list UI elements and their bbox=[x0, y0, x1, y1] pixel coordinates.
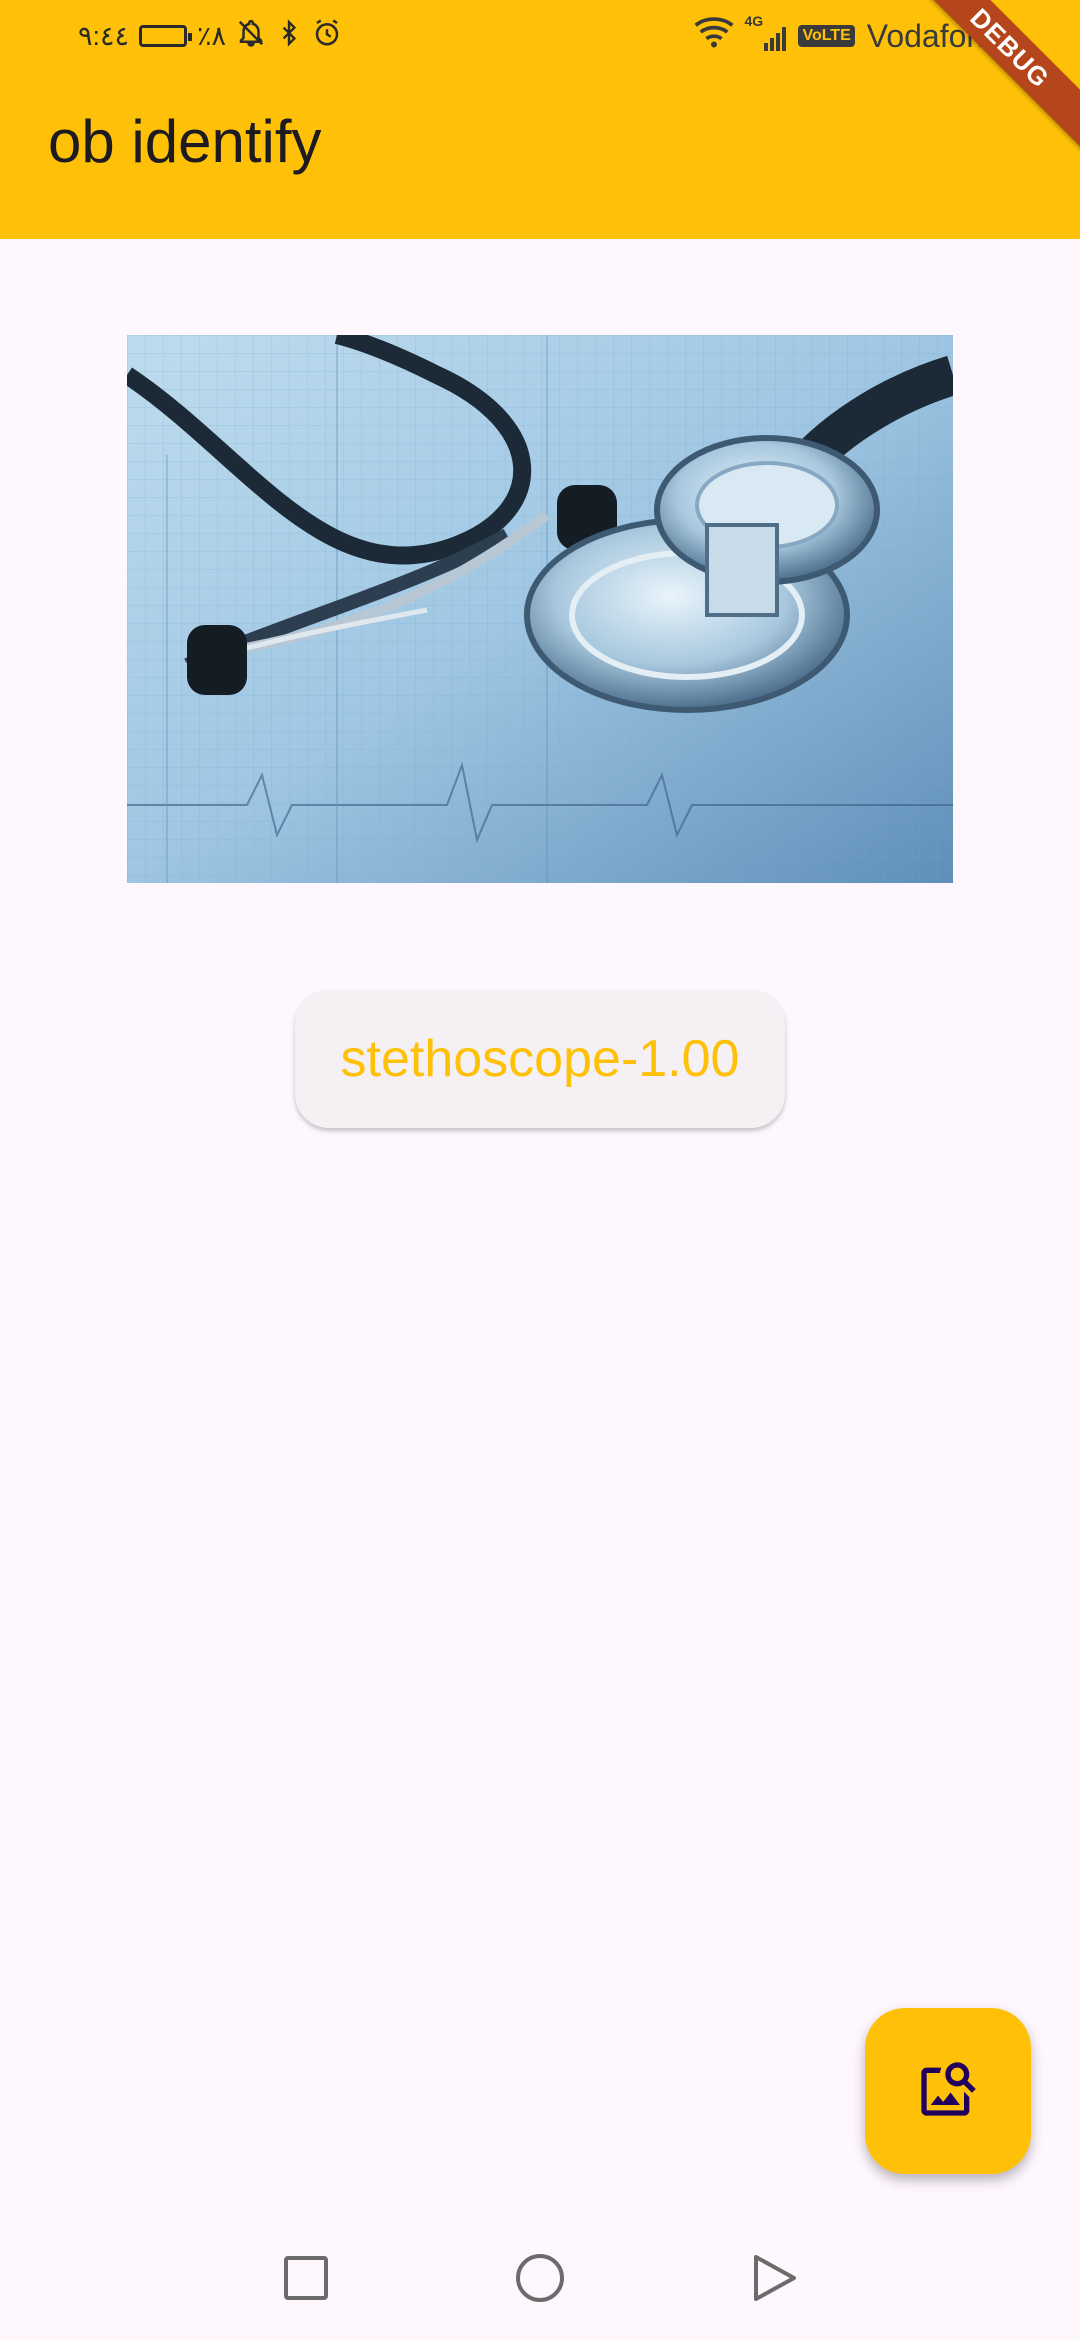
app-bar: ٩:٤٤ ٪٨ 4G VoLTE Vodafone ob identify bbox=[0, 0, 1080, 239]
image-search-icon bbox=[916, 2057, 980, 2126]
network-type: 4G bbox=[744, 13, 764, 29]
mute-notifications-icon bbox=[236, 18, 266, 55]
back-icon[interactable] bbox=[747, 2251, 801, 2305]
status-left: ٩:٤٤ ٪٨ bbox=[78, 18, 342, 54]
home-icon[interactable] bbox=[513, 2251, 567, 2305]
pick-image-button[interactable] bbox=[865, 2008, 1031, 2174]
recents-icon[interactable] bbox=[279, 2251, 333, 2305]
wifi-icon bbox=[694, 15, 734, 57]
system-nav-bar bbox=[0, 2215, 1080, 2340]
alarm-icon bbox=[312, 18, 342, 55]
volte-badge: VoLTE bbox=[798, 25, 855, 47]
bluetooth-icon bbox=[276, 18, 302, 55]
screen: ٩:٤٤ ٪٨ 4G VoLTE Vodafone ob identify DE… bbox=[0, 0, 1080, 2340]
signal-icon: 4G bbox=[744, 13, 787, 51]
status-time: ٩:٤٤ bbox=[78, 20, 130, 51]
stethoscope-photo bbox=[127, 335, 953, 883]
status-bar: ٩:٤٤ ٪٨ 4G VoLTE Vodafone bbox=[0, 0, 1080, 70]
page-title: ob identify bbox=[48, 108, 322, 175]
result-label-button[interactable]: stethoscope-1.00 bbox=[295, 990, 785, 1128]
battery-icon bbox=[139, 25, 193, 47]
battery-percent: ٪٨ bbox=[197, 20, 227, 51]
